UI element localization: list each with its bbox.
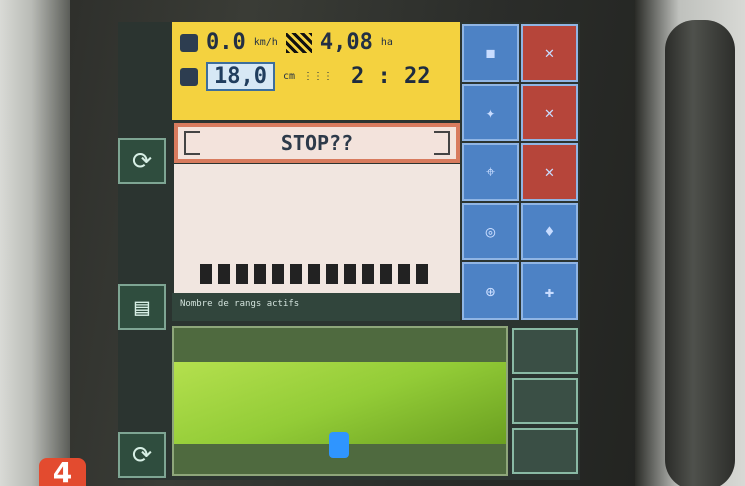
top-row-2: 18,0 cm ⋮⋮⋮ 2 : 22 [180, 62, 431, 91]
rate-value: 4,08 [319, 30, 373, 55]
bracket-left-icon [184, 131, 200, 155]
row-unit-icon [398, 264, 410, 284]
map-control-button[interactable] [512, 378, 578, 424]
function-button[interactable]: ✕ [521, 83, 578, 142]
map-control-button[interactable] [512, 428, 578, 474]
row-unit-icon [218, 264, 230, 284]
function-button[interactable]: ✦ [462, 83, 519, 142]
seed-icon: ⋮⋮⋮ [303, 71, 334, 82]
document-icon[interactable]: ▤ [118, 284, 166, 330]
tractor-position-icon [329, 432, 349, 458]
function-button[interactable]: ♦ [521, 202, 578, 261]
refresh-icon[interactable]: ⟳ [118, 432, 166, 478]
row-unit-icon [254, 264, 266, 284]
planter-diagram [174, 164, 460, 294]
field-map [172, 326, 508, 476]
seed-distance-icon [180, 67, 198, 86]
row-unit-icon [308, 264, 320, 284]
terminal-screen: ⟳ ▤ ⟳ 0.0 km/h 4,08 ha 18,0 cm ⋮⋮⋮ 2 : 2… [118, 22, 580, 480]
hatch-icon [285, 32, 312, 53]
figure-label: 4 [39, 456, 86, 486]
stop-alert: STOP?? [174, 123, 460, 163]
function-button[interactable]: ✚ [521, 262, 578, 320]
map-control-button[interactable] [512, 328, 578, 374]
row-unit-icon [200, 264, 212, 284]
top-row-1: 0.0 km/h 4,08 ha [180, 30, 393, 55]
function-grid: ◼ ✕ ✦ ✕ ⌖ ✕ ◎ ♦ ⊕ ✚ [460, 22, 580, 322]
bezel-left [0, 0, 70, 486]
refresh-icon[interactable]: ⟳ [118, 138, 166, 184]
row-unit-icon [290, 264, 302, 284]
status-bar: Nombre de rangs actifs [172, 293, 460, 321]
function-button[interactable]: ✕ [521, 143, 578, 201]
function-button[interactable]: ◎ [462, 202, 519, 261]
tractor-icon [180, 33, 198, 52]
time-value: 2 : 22 [351, 64, 431, 89]
function-button[interactable]: ⊕ [462, 262, 519, 320]
rate-unit: ha [380, 37, 393, 48]
speed-value: 0.0 [206, 30, 246, 55]
work-info-panel: 0.0 km/h 4,08 ha 18,0 cm ⋮⋮⋮ 2 : 22 [172, 22, 460, 120]
function-button[interactable]: ◼ [462, 24, 519, 82]
map-controls [510, 326, 580, 476]
seed-distance-unit: cm [282, 71, 296, 82]
seed-distance-value[interactable]: 18,0 [206, 62, 275, 91]
stop-alert-text: STOP?? [280, 131, 354, 155]
speed-unit: km/h [253, 37, 278, 48]
function-button[interactable]: ⌖ [462, 143, 519, 201]
row-units [200, 264, 428, 284]
function-button[interactable]: ✕ [521, 24, 578, 82]
row-unit-icon [236, 264, 248, 284]
row-unit-icon [272, 264, 284, 284]
row-unit-icon [326, 264, 338, 284]
bracket-right-icon [434, 131, 450, 155]
row-unit-icon [380, 264, 392, 284]
handle [665, 20, 735, 486]
row-unit-icon [362, 264, 374, 284]
row-unit-icon [416, 264, 428, 284]
row-unit-icon [344, 264, 356, 284]
